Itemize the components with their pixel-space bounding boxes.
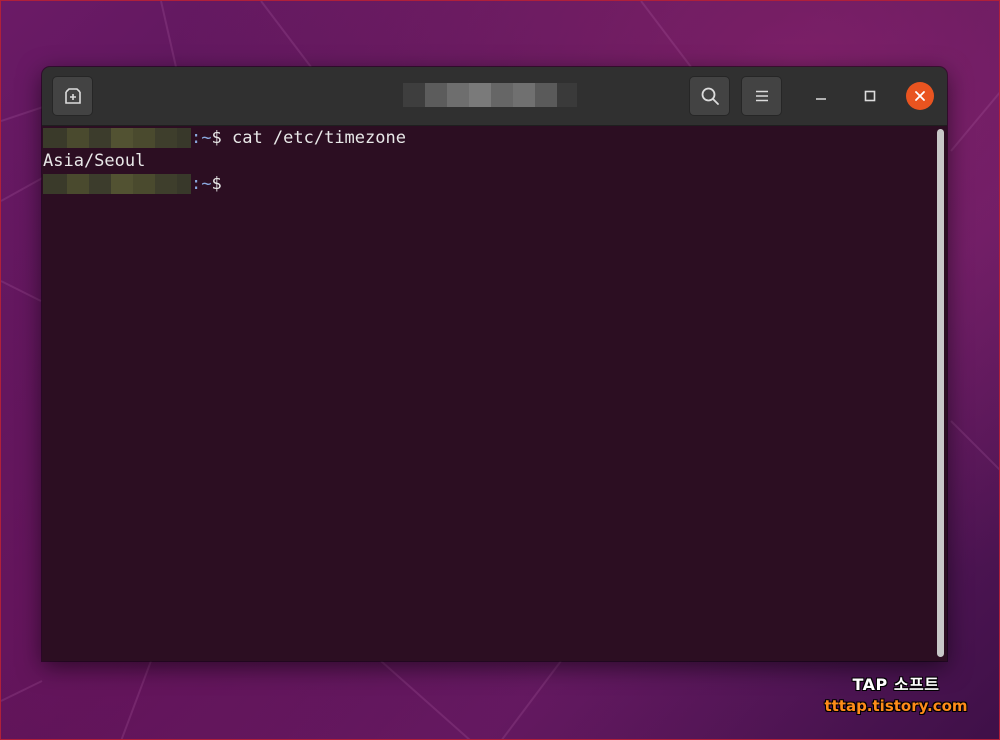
search-button[interactable] [689, 76, 730, 116]
user-host-redacted [43, 174, 191, 194]
maximize-icon [864, 90, 876, 102]
prompt-path: :~ [191, 128, 212, 148]
minimize-button[interactable] [807, 82, 835, 110]
prompt-symbol: $ [211, 128, 222, 148]
search-icon [701, 87, 719, 105]
header-bar [42, 67, 947, 126]
desktop-background: :~ $ cat /etc/timezone Asia/Seoul :~ $ T… [0, 0, 1000, 740]
terminal-window: :~ $ cat /etc/timezone Asia/Seoul :~ $ [42, 67, 947, 661]
watermark-title: TAP 소프트 [852, 675, 940, 694]
prompt-path: :~ [191, 174, 212, 194]
terminal-line: :~ $ cat /etc/timezone [43, 127, 406, 149]
new-tab-button[interactable] [52, 76, 93, 116]
close-button[interactable] [906, 82, 934, 110]
command-output: Asia/Seoul [43, 151, 146, 171]
terminal-line: :~ $ [43, 173, 222, 195]
watermark-url: tttap.tistory.com [824, 697, 968, 715]
terminal-output-area[interactable]: :~ $ cat /etc/timezone Asia/Seoul :~ $ [42, 126, 947, 661]
scrollbar[interactable] [937, 129, 944, 657]
prompt-symbol: $ [211, 174, 222, 194]
terminal-line: Asia/Seoul [43, 150, 145, 172]
watermark: TAP 소프트 tttap.tistory.com [811, 674, 981, 716]
maximize-button[interactable] [856, 82, 884, 110]
menu-button[interactable] [741, 76, 782, 116]
new-tab-icon [64, 88, 81, 104]
window-title [403, 83, 577, 107]
command-text: cat /etc/timezone [221, 128, 406, 148]
minimize-icon [816, 98, 826, 100]
user-host-redacted [43, 128, 191, 148]
hamburger-menu-icon [755, 90, 768, 102]
close-icon [915, 91, 925, 101]
